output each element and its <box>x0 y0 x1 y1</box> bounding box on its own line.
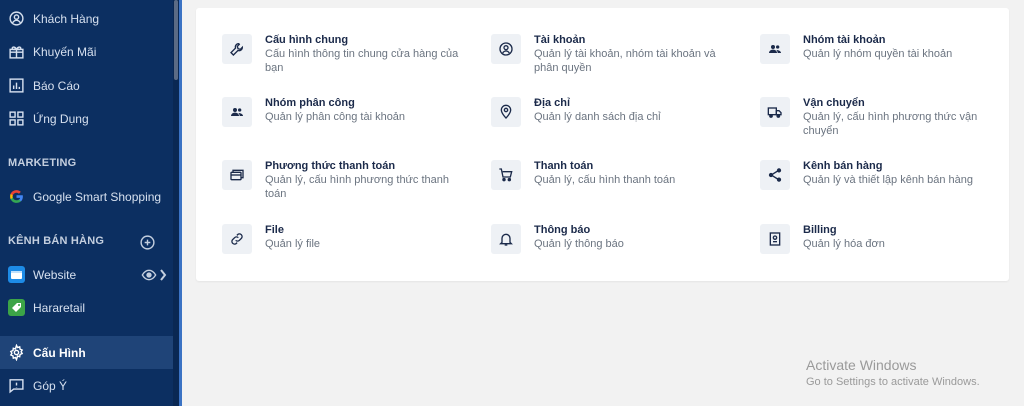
sidebar-item-label: Google Smart Shopping <box>33 190 162 204</box>
watermark-title: Activate Windows <box>806 357 917 373</box>
sidebar-item-apps[interactable]: Ứng Dụng <box>0 102 173 135</box>
setting-icon-box <box>760 34 790 64</box>
setting-shipping[interactable]: Vận chuyển Quản lý, cấu hình phương thức… <box>760 97 1000 147</box>
google-icon <box>10 190 23 203</box>
feedback-icon <box>9 379 24 394</box>
setting-icon-box <box>491 34 521 64</box>
group-icon <box>769 45 781 53</box>
setting-desc: Quản lý hóa đơn <box>803 238 885 250</box>
activate-windows-watermark: Activate Windows Go to Settings to activ… <box>806 357 980 388</box>
setting-desc: Quản lý thông báo <box>534 238 624 250</box>
setting-title: Thanh toán <box>534 160 594 172</box>
link-icon <box>231 233 243 245</box>
watermark-subtitle: Go to Settings to activate Windows. <box>806 376 980 388</box>
sidebar-item-label: Cấu Hình <box>33 346 86 360</box>
user-circle-icon <box>9 11 24 26</box>
sidebar: Khách Hàng Khuyến Mãi Báo Cáo Ứng Dụng M… <box>0 0 173 406</box>
setting-title: Địa chỉ <box>534 97 571 109</box>
truck-icon <box>767 107 782 118</box>
setting-checkout[interactable]: Thanh toán Quản lý, cấu hình thanh toán <box>491 160 731 210</box>
add-channel-icon[interactable] <box>139 234 156 251</box>
setting-desc: Cấu hình thông tin chung cửa hàng của bạ… <box>265 48 459 74</box>
setting-desc: Quản lý tài khoản, nhóm tài khoản và phâ… <box>534 48 716 74</box>
eye-icon[interactable] <box>141 268 157 282</box>
setting-icon-box <box>491 160 521 190</box>
website-icon <box>8 266 25 283</box>
apps-icon <box>9 111 24 126</box>
setting-desc: Quản lý file <box>265 238 321 250</box>
setting-desc: Quản lý danh sách địa chỉ <box>534 111 661 123</box>
setting-title: Cấu hình chung <box>265 34 349 46</box>
settings-card: Cấu hình chung Cấu hình thông tin chung … <box>196 8 1009 281</box>
billing-icon <box>769 232 781 246</box>
setting-title: Tài khoản <box>534 34 586 46</box>
setting-icon-box <box>760 224 790 254</box>
sidebar-item-settings[interactable]: Cấu Hình <box>0 336 173 369</box>
tag-icon <box>8 299 25 316</box>
setting-account-groups[interactable]: Nhóm tài khoản Quản lý nhóm quyền tài kh… <box>760 34 1000 84</box>
gift-icon <box>9 46 24 59</box>
cart-icon <box>499 168 513 182</box>
setting-desc: Quản lý và thiết lập kênh bán hàng <box>803 174 974 186</box>
setting-sales-channels[interactable]: Kênh bán hàng Quản lý và thiết lập kênh … <box>760 160 1000 210</box>
setting-icon-box <box>491 224 521 254</box>
sidebar-item-promotions[interactable]: Khuyến Mãi <box>0 35 173 68</box>
bell-icon <box>499 233 513 246</box>
sidebar-item-label: Hararetail <box>33 301 86 315</box>
setting-general[interactable]: Cấu hình chung Cấu hình thông tin chung … <box>222 34 462 84</box>
sidebar-item-label: Góp Ý <box>33 379 68 393</box>
account-icon <box>499 42 513 56</box>
sidebar-item-google-smart-shopping[interactable]: Google Smart Shopping <box>0 180 173 213</box>
setting-files[interactable]: File Quản lý file <box>222 224 462 274</box>
sidebar-item-label: Khách Hàng <box>33 12 100 26</box>
setting-title: Kênh bán hàng <box>803 160 883 172</box>
group-icon <box>231 108 243 116</box>
sidebar-accent-divider <box>179 0 182 406</box>
setting-title: Thông báo <box>534 224 591 236</box>
setting-title: Nhóm phân công <box>265 97 355 109</box>
payment-icon <box>230 169 244 181</box>
scrollbar-thumb[interactable] <box>174 0 178 80</box>
setting-title: Nhóm tài khoản <box>803 34 886 46</box>
setting-title: Billing <box>803 224 837 236</box>
sidebar-item-customers[interactable]: Khách Hàng <box>0 2 173 35</box>
setting-desc: Quản lý, cấu hình phương thức vận chuyển <box>803 111 978 137</box>
setting-desc: Quản lý, cấu hình phương thức thanh toán <box>265 174 450 200</box>
setting-desc: Quản lý nhóm quyền tài khoản <box>803 48 953 60</box>
setting-icon-box <box>760 97 790 127</box>
sidebar-item-reports[interactable]: Báo Cáo <box>0 69 173 102</box>
setting-title: File <box>265 224 284 236</box>
chevron-right-icon[interactable] <box>159 268 167 282</box>
gear-icon <box>9 344 24 361</box>
sidebar-item-feedback[interactable]: Góp Ý <box>0 369 173 402</box>
chart-icon <box>9 78 24 93</box>
setting-title: Phương thức thanh toán <box>265 160 396 172</box>
setting-icon-box <box>222 224 252 254</box>
setting-desc: Quản lý phân công tài khoản <box>265 111 406 123</box>
section-title-marketing: MARKETING <box>8 157 77 169</box>
setting-icon-box <box>222 160 252 190</box>
sidebar-item-label: Báo Cáo <box>33 79 80 93</box>
setting-addresses[interactable]: Địa chỉ Quản lý danh sách địa chỉ <box>491 97 731 147</box>
section-title-channels: KÊNH BÁN HÀNG <box>8 235 105 247</box>
setting-assignment-groups[interactable]: Nhóm phân công Quản lý phân công tài kho… <box>222 97 462 147</box>
wrench-icon <box>230 42 244 56</box>
setting-icon-box <box>222 34 252 64</box>
setting-billing[interactable]: Billing Quản lý hóa đơn <box>760 224 1000 274</box>
share-icon <box>768 168 782 182</box>
setting-notifications[interactable]: Thông báo Quản lý thông báo <box>491 224 731 274</box>
setting-title: Vận chuyển <box>803 97 865 109</box>
setting-icon-box <box>491 97 521 127</box>
sidebar-item-hararetail[interactable]: Hararetail <box>0 291 173 324</box>
setting-icon-box <box>222 97 252 127</box>
setting-icon-box <box>760 160 790 190</box>
location-icon <box>500 104 512 119</box>
sidebar-item-label: Website <box>33 268 77 282</box>
setting-accounts[interactable]: Tài khoản Quản lý tài khoản, nhóm tài kh… <box>491 34 731 84</box>
setting-payment-methods[interactable]: Phương thức thanh toán Quản lý, cấu hình… <box>222 160 462 210</box>
setting-desc: Quản lý, cấu hình thanh toán <box>534 174 676 186</box>
sidebar-item-label: Ứng Dụng <box>33 112 89 126</box>
sidebar-item-label: Khuyến Mãi <box>33 45 97 59</box>
